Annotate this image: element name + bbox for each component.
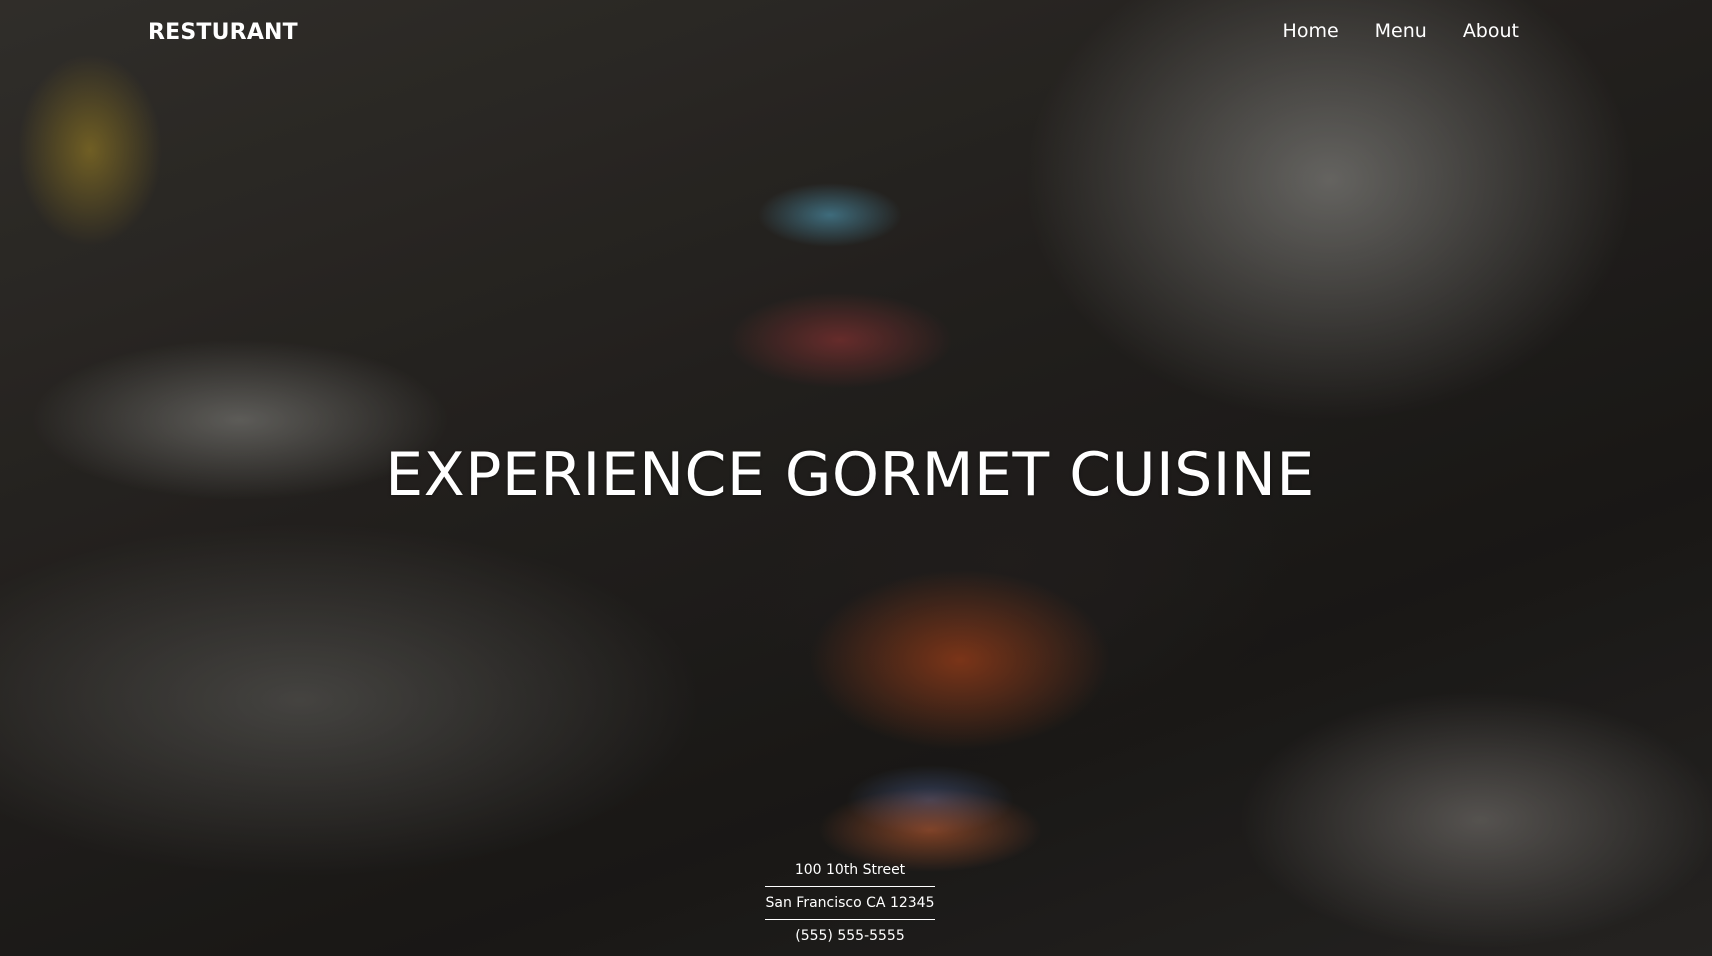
hero-section: RESTURANT Home Menu About EXPERIENCE GOR… (0, 0, 1712, 956)
nav-link-home[interactable]: Home (1283, 20, 1339, 42)
navbar: RESTURANT Home Menu About (0, 0, 1712, 70)
brand-logo[interactable]: RESTURANT (148, 20, 298, 45)
address-divider (765, 886, 935, 887)
address-block: 100 10th Street San Francisco CA 12345 (… (0, 862, 1700, 952)
nav-link-about[interactable]: About (1463, 20, 1519, 42)
address-street: 100 10th Street (794, 862, 906, 878)
nav-links: Home Menu About (1247, 20, 1519, 42)
hero-headline: EXPERIENCE GORMET CUISINE (385, 440, 1315, 510)
address-phone: (555) 555-5555 (795, 928, 905, 944)
address-city: San Francisco CA 12345 (765, 895, 935, 911)
nav-link-menu[interactable]: Menu (1375, 20, 1427, 42)
address-divider (765, 919, 935, 920)
